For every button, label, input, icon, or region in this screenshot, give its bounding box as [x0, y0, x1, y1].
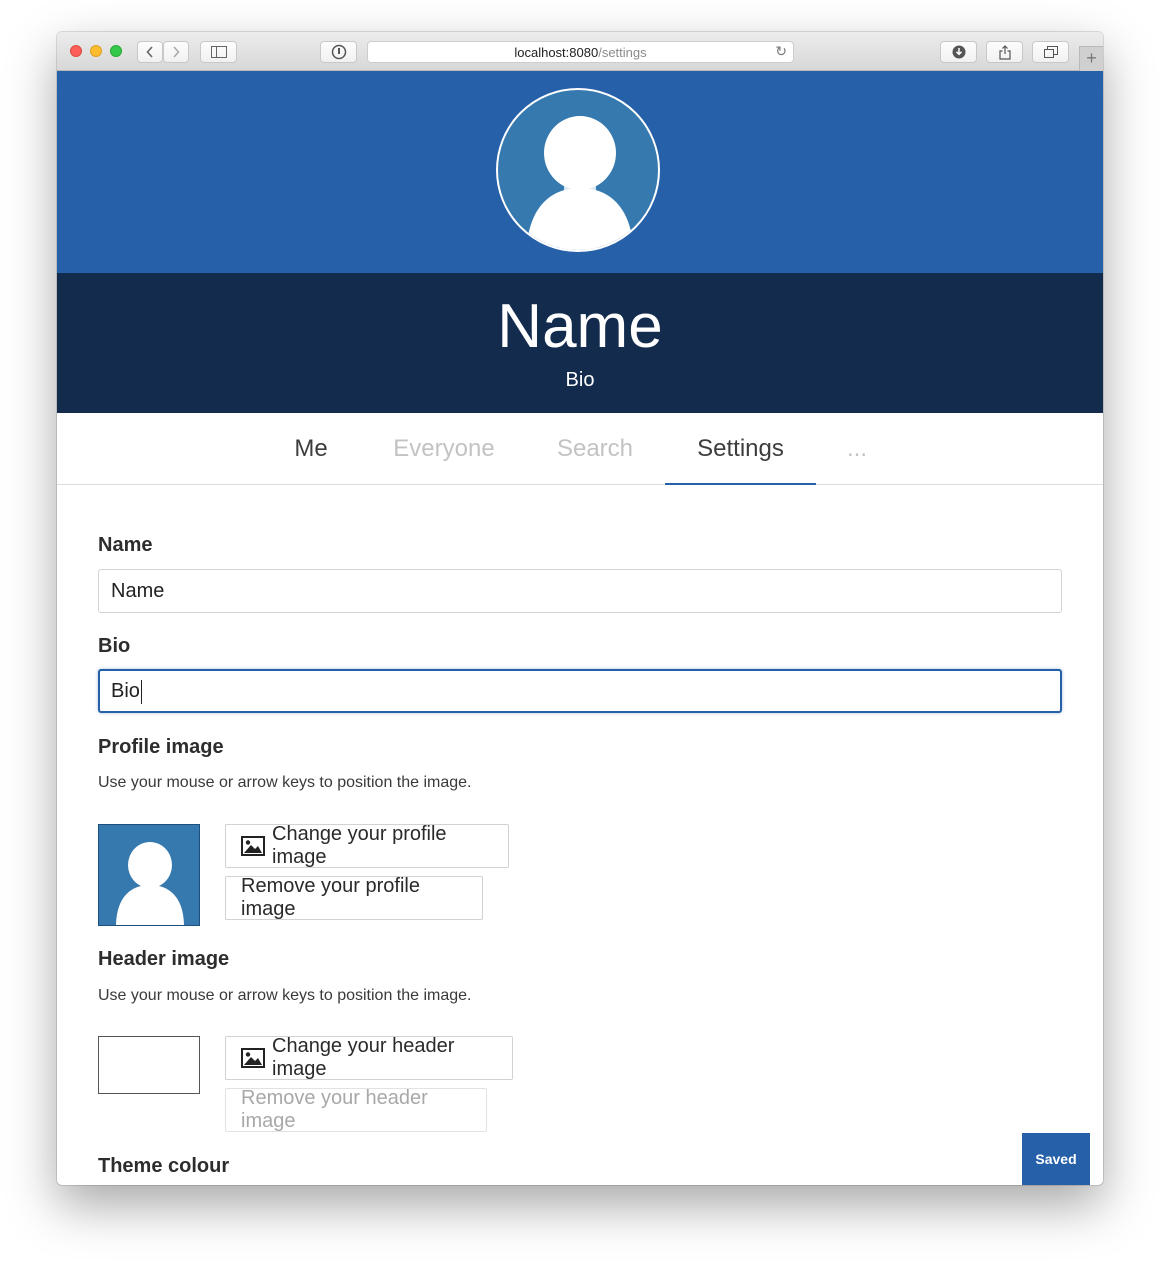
minimize-window-button[interactable]	[90, 45, 102, 57]
bio-label: Bio	[98, 635, 131, 657]
remove-profile-image-label: Remove your profile image	[241, 875, 420, 920]
profile-avatar	[496, 88, 660, 252]
share-button[interactable]	[986, 41, 1023, 63]
tab-settings[interactable]: Settings	[665, 413, 816, 485]
name-field-value: Name	[111, 580, 165, 602]
sidebar-toggle-button[interactable]	[200, 41, 237, 63]
tab-me[interactable]: Me	[279, 413, 343, 485]
avatar-placeholder-icon	[116, 842, 184, 925]
browser-toolbar: localhost:8080/settings ↻ +	[57, 32, 1103, 71]
name-field[interactable]: Name	[98, 569, 1062, 613]
url-path: /settings	[598, 44, 647, 60]
reload-icon[interactable]: ↻	[775, 43, 787, 60]
tabs-overview-button[interactable]	[1032, 41, 1069, 63]
address-bar[interactable]: localhost:8080/settings ↻	[367, 41, 794, 63]
profile-bio: Bio	[565, 369, 595, 391]
saved-status-badge: Saved	[1022, 1133, 1090, 1185]
url-host: localhost:8080	[514, 44, 599, 60]
text-caret	[140, 679, 142, 704]
chevron-right-icon	[173, 46, 180, 58]
header-image-preview[interactable]	[98, 1036, 200, 1094]
close-window-button[interactable]	[70, 45, 82, 57]
change-header-image-label: Change your header image	[272, 1035, 455, 1080]
image-icon	[241, 1048, 265, 1068]
avatar-placeholder-icon	[526, 116, 634, 250]
header-image-help: Use your mouse or arrow keys to position…	[98, 987, 472, 1004]
change-profile-image-label: Change your profile image	[272, 823, 447, 868]
profile-name: Name	[497, 292, 663, 361]
profile-header	[57, 71, 1103, 273]
remove-header-image-label: Remove your header image	[241, 1087, 428, 1132]
profile-image-help: Use your mouse or arrow keys to position…	[98, 774, 472, 791]
downloads-button[interactable]	[940, 41, 977, 63]
tab-more[interactable]: ...	[837, 413, 877, 485]
download-icon	[952, 45, 965, 59]
tab-everyone[interactable]: Everyone	[383, 413, 505, 485]
bio-field-value: Bio	[111, 680, 140, 702]
tab-search[interactable]: Search	[545, 413, 645, 485]
forward-button[interactable]	[163, 41, 189, 63]
password-button[interactable]	[320, 41, 357, 63]
back-button[interactable]	[137, 41, 163, 63]
name-label: Name	[98, 534, 153, 556]
sidebar-icon	[210, 46, 227, 58]
password-key-icon	[331, 44, 346, 60]
tabs-icon	[1043, 46, 1058, 58]
zoom-window-button[interactable]	[110, 45, 122, 57]
remove-profile-image-button[interactable]: Remove your profile image	[225, 875, 483, 920]
change-profile-image-button[interactable]: Change your profile image	[225, 823, 509, 868]
header-image-label: Header image	[98, 948, 230, 970]
image-icon	[241, 836, 265, 856]
main-nav-tabs: Me Everyone Search Settings ...	[57, 413, 1103, 485]
profile-image-preview[interactable]	[98, 824, 200, 926]
new-tab-button[interactable]: +	[1079, 46, 1103, 71]
browser-window: localhost:8080/settings ↻ + Name Bio Me	[57, 32, 1103, 1185]
chevron-left-icon	[146, 46, 153, 58]
theme-colour-label: Theme colour	[98, 1155, 230, 1177]
profile-namebar: Name Bio	[57, 273, 1103, 413]
profile-image-label: Profile image	[98, 736, 224, 758]
share-icon	[998, 44, 1011, 60]
change-header-image-button[interactable]: Change your header image	[225, 1035, 513, 1080]
bio-field[interactable]: Bio	[98, 669, 1062, 713]
remove-header-image-button[interactable]: Remove your header image	[225, 1087, 487, 1132]
